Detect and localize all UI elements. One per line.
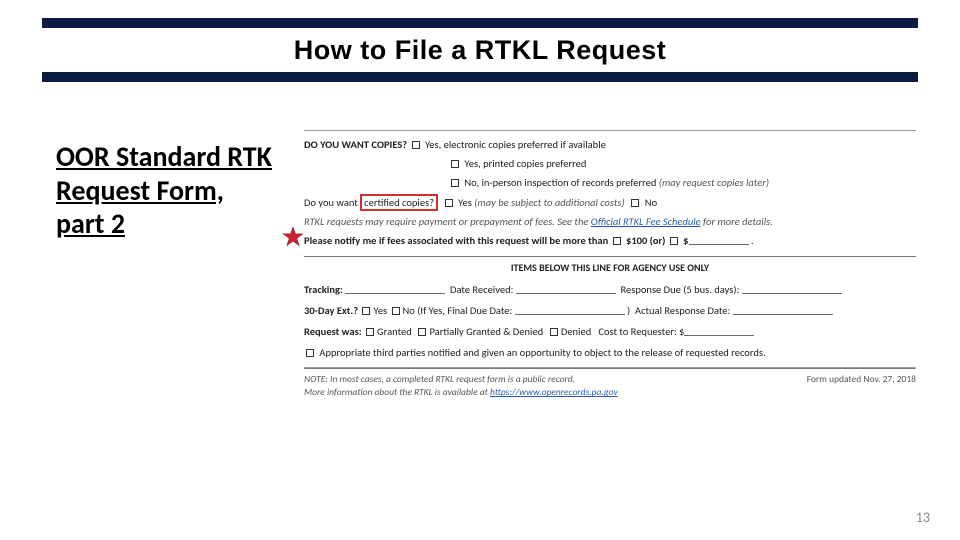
reqwas-label: Request was: [304, 325, 362, 338]
subtitle: OOR Standard RTK Request Form, part 2 [56, 140, 276, 241]
note-line2-pre: More information about the RTKL is avail… [304, 386, 490, 398]
form-updated: Form updated Nov. 27, 2018 [807, 373, 916, 401]
date-received-label: Date Received: [450, 283, 513, 296]
tracking-label: Tracking: [304, 283, 343, 296]
denied: Denied [561, 325, 591, 338]
copies-row: DO YOU WANT COPIES? Yes, electronic copi… [304, 137, 916, 152]
fees-post: for more details. [701, 215, 773, 228]
checkbox-icon [550, 328, 558, 336]
page-number: 13 [916, 509, 930, 526]
fees-row: RTKL requests may require payment or pre… [304, 214, 916, 229]
rule [304, 256, 916, 257]
footnote-left: NOTE: In most cases, a completed RTKL re… [304, 373, 618, 401]
form-image: DO YOU WANT COPIES? Yes, electronic copi… [304, 128, 916, 400]
checkbox-icon [362, 307, 370, 315]
partial: Partially Granted & Denied [429, 325, 543, 338]
ext-label: 30-Day Ext.? [304, 304, 358, 317]
note-link: https://www.openrecords.pa.gov [490, 386, 618, 398]
copies-opt-1: Yes, electronic copies preferred if avai… [425, 138, 606, 151]
blank-line [684, 326, 754, 336]
response-due-label: Response Due (5 bus. days): [621, 283, 740, 296]
blank-line [733, 305, 833, 315]
copies-opt-2-row: Yes, printed copies preferred [449, 156, 916, 171]
rule [304, 367, 916, 369]
star-icon [282, 226, 304, 248]
certified-yes: Yes [458, 196, 472, 209]
blank-line [515, 305, 625, 315]
checkbox-icon [613, 237, 621, 245]
checkbox-icon [451, 160, 459, 168]
checkbox-icon [631, 199, 639, 207]
certified-row: Do you want certified copies? Yes (may b… [304, 195, 916, 210]
copies-opt-2: Yes, printed copies preferred [464, 157, 586, 170]
copies-question: DO YOU WANT COPIES? [304, 138, 407, 151]
granted: Granted [377, 325, 412, 338]
third-parties-row: Appropriate third parties notified and g… [304, 345, 916, 360]
copies-opt-3: No, in-person inspection of records pref… [464, 176, 656, 189]
certified-box: certified copies? [360, 194, 438, 211]
checkbox-icon [670, 237, 678, 245]
agency-header: ITEMS BELOW THIS LINE FOR AGENCY USE ONL… [304, 261, 916, 276]
copies-opt-3-note: (may request copies later) [659, 176, 769, 189]
blank-line [345, 284, 445, 294]
certified-pre: Do you want [304, 196, 358, 209]
checkbox-icon [445, 199, 453, 207]
checkbox-icon [366, 328, 374, 336]
third-parties: Appropriate third parties notified and g… [319, 346, 765, 359]
blank-line [742, 284, 842, 294]
notify-row: Please notify me if fees associated with… [304, 233, 916, 248]
checkbox-icon [412, 141, 420, 149]
tracking-row: Tracking: Date Received: Response Due (5… [304, 282, 916, 297]
blank-line [689, 235, 749, 245]
checkbox-icon [451, 179, 459, 187]
slide: How to File a RTKL Request OOR Standard … [0, 0, 960, 540]
reqwas-row: Request was: Granted Partially Granted &… [304, 324, 916, 339]
certified-no: No [645, 196, 657, 209]
certified-yes-note: (may be subject to additional costs) [474, 196, 624, 209]
fee-schedule-link: Official RTKL Fee Schedule [591, 215, 701, 228]
notify-100: $100 (or) [626, 234, 665, 247]
copies-opt-3-row: No, in-person inspection of records pref… [449, 175, 916, 190]
checkbox-icon [306, 349, 314, 357]
footnote: NOTE: In most cases, a completed RTKL re… [304, 373, 916, 401]
blank-line [516, 284, 616, 294]
ext-row: 30-Day Ext.? Yes No (If Yes, Final Due D… [304, 303, 916, 318]
ext-note: (If Yes, Final Due Date: [417, 304, 512, 317]
note-line1: NOTE: In most cases, a completed RTKL re… [304, 373, 575, 385]
cost-label: Cost to Requester: $ [598, 325, 684, 338]
ext-yes: Yes [373, 304, 387, 317]
checkbox-icon [418, 328, 426, 336]
checkbox-icon [392, 307, 400, 315]
title-bar-inner: How to File a RTKL Request [42, 28, 918, 72]
title-bar: How to File a RTKL Request [42, 18, 918, 82]
ext-no: No [403, 304, 415, 317]
rule [304, 130, 916, 131]
actual-label: Actual Response Date: [635, 304, 730, 317]
slide-title: How to File a RTKL Request [294, 35, 667, 66]
notify-pre: Please notify me if fees associated with… [304, 234, 608, 247]
fees-pre: RTKL requests may require payment or pre… [304, 215, 591, 228]
